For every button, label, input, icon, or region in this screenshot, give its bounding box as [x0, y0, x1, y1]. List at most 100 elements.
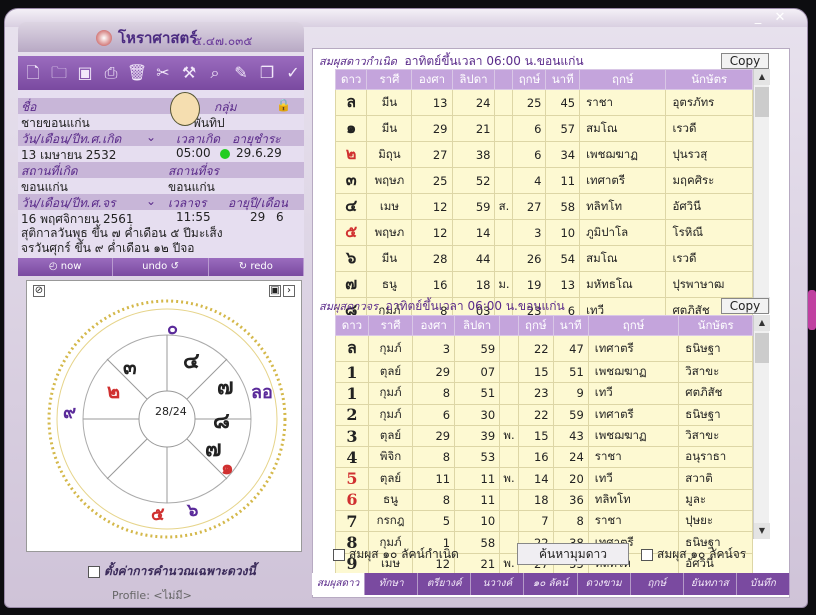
planet-label: ๖	[187, 500, 199, 521]
table-cell: ม.	[494, 271, 514, 298]
dropdown-icon[interactable]: ⌄	[146, 130, 156, 144]
table-row[interactable]: ๑มีน 29 21 6 57 สมโณ เรวดี	[334, 115, 753, 142]
table-cell: 11	[454, 467, 501, 490]
table-row[interactable]: ๓พฤษภ 25 52 4 11 เทศาตรี มฤคศิระ	[334, 167, 753, 194]
table-cell: 27	[512, 193, 547, 220]
table-cell: ราชา	[587, 446, 680, 469]
natal-ten-lagna-option[interactable]: สมผุส ๑๐ ลัคน์กำเนิด	[333, 545, 459, 564]
table-cell: มหัทธโณ	[579, 271, 667, 298]
tab-8[interactable]: บันทึก	[736, 573, 790, 595]
table-row[interactable]: 6 ธนู 8 11 18 36 ทลิทโท มูละ	[335, 488, 753, 512]
age-months[interactable]: 6	[276, 210, 284, 224]
table-row[interactable]: 2 กุมภ์ 6 30 22 59 เทศาตรี ธนิษฐา	[335, 403, 753, 426]
age-years[interactable]: 29	[250, 210, 265, 224]
table-row[interactable]: 1 ตุลย์ 29 07 15 51 เพชฌฆาฏ วิสาขะ	[335, 360, 753, 384]
tab-3[interactable]: นวางค์	[471, 573, 525, 595]
table-row[interactable]: 3 ตุลย์ 29 39 พ. 15 43 เพชฌฆาฏ วิสาขะ	[335, 424, 753, 448]
redo-button[interactable]: ↻ redo	[209, 258, 304, 276]
transit-ten-lagna-option[interactable]: สมผุส ๑๐ ลัคน์จร	[641, 545, 746, 564]
table-cell: 2	[335, 403, 369, 426]
column-header: ลิปดา	[454, 315, 501, 336]
tab-4[interactable]: ๑๐ ลัคน์	[524, 573, 578, 595]
edit-icon[interactable]: ✎	[230, 61, 252, 85]
table-cell: 45	[545, 89, 581, 116]
table-row[interactable]: 7 กรกฎ 5 10 7 8 ราชา ปุษยะ	[335, 510, 753, 533]
table-cell: 14	[451, 219, 496, 246]
transit-scrollbar[interactable]: ▲ ▼	[753, 315, 770, 539]
birthplace-label: สถานที่เกิด	[21, 164, 78, 178]
open-folder-icon[interactable]: 🗀	[48, 61, 70, 85]
table-row[interactable]: ๖มีน 28 44 26 54 สมโณ เรวดี	[334, 245, 753, 272]
calc-checkbox[interactable]	[88, 565, 100, 578]
side-handle[interactable]	[808, 290, 816, 330]
tab-2[interactable]: ตรียางค์	[418, 573, 472, 595]
tab-6[interactable]: ฤกษ์	[630, 573, 684, 595]
table-cell: 24	[451, 89, 496, 116]
natal-header: สมผุสดาวกำเนิด อาทิตย์ขึ้นเวลา 06:00 น.ข…	[319, 54, 584, 68]
copy-icon[interactable]: ❐	[256, 61, 278, 85]
table-row[interactable]: ลกุมภ์ 3 59 22 47 เทศาตรี ธนิษฐา	[335, 335, 753, 362]
scroll-up-icon[interactable]: ▲	[754, 315, 770, 331]
table-cell: ภูมิปาโล	[579, 219, 667, 246]
table-row[interactable]: 5 ตุลย์ 11 11 พ. 14 20 เทวี สวาติ	[335, 467, 753, 490]
table-cell: 29	[412, 360, 456, 384]
lock-icon[interactable]: 🔒	[276, 98, 291, 112]
table-row[interactable]: ๔เมษ 12 59 ส. 27 58 ทลิทโท อัศวินี	[334, 193, 753, 220]
table-cell: 43	[552, 424, 589, 448]
status-dot-icon	[220, 149, 230, 159]
table-cell: มูละ	[678, 488, 753, 512]
planet-label: ๑	[221, 455, 234, 479]
table-cell: มีน	[366, 89, 413, 116]
undo-button[interactable]: undo ↺	[113, 258, 209, 276]
tab-7[interactable]: ยันทภาส	[683, 573, 737, 595]
scissors-icon[interactable]: ✂	[152, 61, 174, 85]
table-row[interactable]: 1 กุมภ์ 8 51 23 9 เทวี ศตภิสัช	[335, 382, 753, 405]
table-cell	[499, 360, 519, 384]
table-row[interactable]: ลมีน 13 24 25 45 ราชา อุตรภัทร	[334, 89, 753, 116]
save-icon[interactable]: ▣	[74, 61, 96, 85]
minimize-button[interactable]: _	[749, 11, 767, 25]
new-file-icon[interactable]: 🗋	[22, 61, 44, 85]
column-header: ราศี	[366, 69, 413, 90]
tab-5[interactable]: ดวงขาม	[577, 573, 631, 595]
app-header: โหราศาสตร์ ๕.๔๗.๐๓๕	[18, 22, 304, 52]
check-icon[interactable]: ✓	[282, 61, 304, 85]
scroll-thumb[interactable]	[755, 333, 769, 363]
copy-transit-button[interactable]: Copy	[721, 298, 769, 314]
dropdown-icon[interactable]: ⌄	[146, 194, 156, 208]
tab-0[interactable]: สมผุสดาว	[312, 573, 366, 595]
scroll-up-icon[interactable]: ▲	[754, 69, 770, 85]
column-header: นักษัตร	[678, 315, 753, 336]
scroll-down-icon[interactable]: ▼	[754, 523, 770, 539]
table-cell: ๒	[334, 141, 368, 168]
delete-icon[interactable]: 🗑	[126, 61, 148, 85]
table-cell: โรหิณี	[665, 219, 753, 246]
search-icon[interactable]: ⌕	[204, 61, 226, 85]
scroll-thumb[interactable]	[755, 87, 769, 117]
table-cell: ปุษยะ	[678, 510, 753, 533]
table-row[interactable]: ๒มิถุน 27 38 6 34 เพชฌฆาฏ ปุนรวสุ	[334, 141, 753, 168]
table-row[interactable]: ๕พฤษภ 12 14 3 10 ภูมิปาโล โรหิณี	[334, 219, 753, 246]
tab-1[interactable]: ทักษา	[365, 573, 419, 595]
close-button[interactable]: ✕	[771, 11, 789, 25]
birthtime-value[interactable]: 05:00	[176, 146, 211, 160]
table-cell: ๖	[334, 245, 368, 272]
app-version: ๕.๔๗.๐๓๕	[193, 34, 253, 48]
print-icon[interactable]: ⎙	[100, 61, 122, 85]
natal-scrollbar[interactable]: ▲ ▼	[753, 69, 770, 313]
table-cell: พ.	[499, 424, 519, 448]
planet-tables-panel: สมผุสดาวกำเนิด อาทิตย์ขึ้นเวลา 06:00 น.ข…	[312, 48, 790, 598]
table-cell: ๔	[334, 193, 368, 220]
calc-option[interactable]: ตั้งค่าการคำนวณเฉพาะดวงนี้	[88, 562, 256, 581]
table-cell	[499, 510, 519, 533]
find-angle-button[interactable]: ค้นหามุมดาว	[517, 543, 629, 565]
table-cell: พฤษภ	[366, 219, 413, 246]
now-button[interactable]: ◴ now	[18, 258, 114, 276]
gmt-value[interactable]: 29.6.29	[236, 146, 282, 160]
table-row[interactable]: ๗ธนู 16 18 ม. 19 13 มหัทธโณ ปุรพาษาฒ	[334, 271, 753, 298]
table-row[interactable]: 4 พิจิก 8 53 16 24 ราชา อนุราธา	[335, 446, 753, 469]
table-cell: 13	[411, 89, 453, 116]
transit-time-value[interactable]: 11:55	[176, 210, 211, 224]
tools-icon[interactable]: ⚒	[178, 61, 200, 85]
copy-natal-button[interactable]: Copy	[721, 53, 769, 69]
